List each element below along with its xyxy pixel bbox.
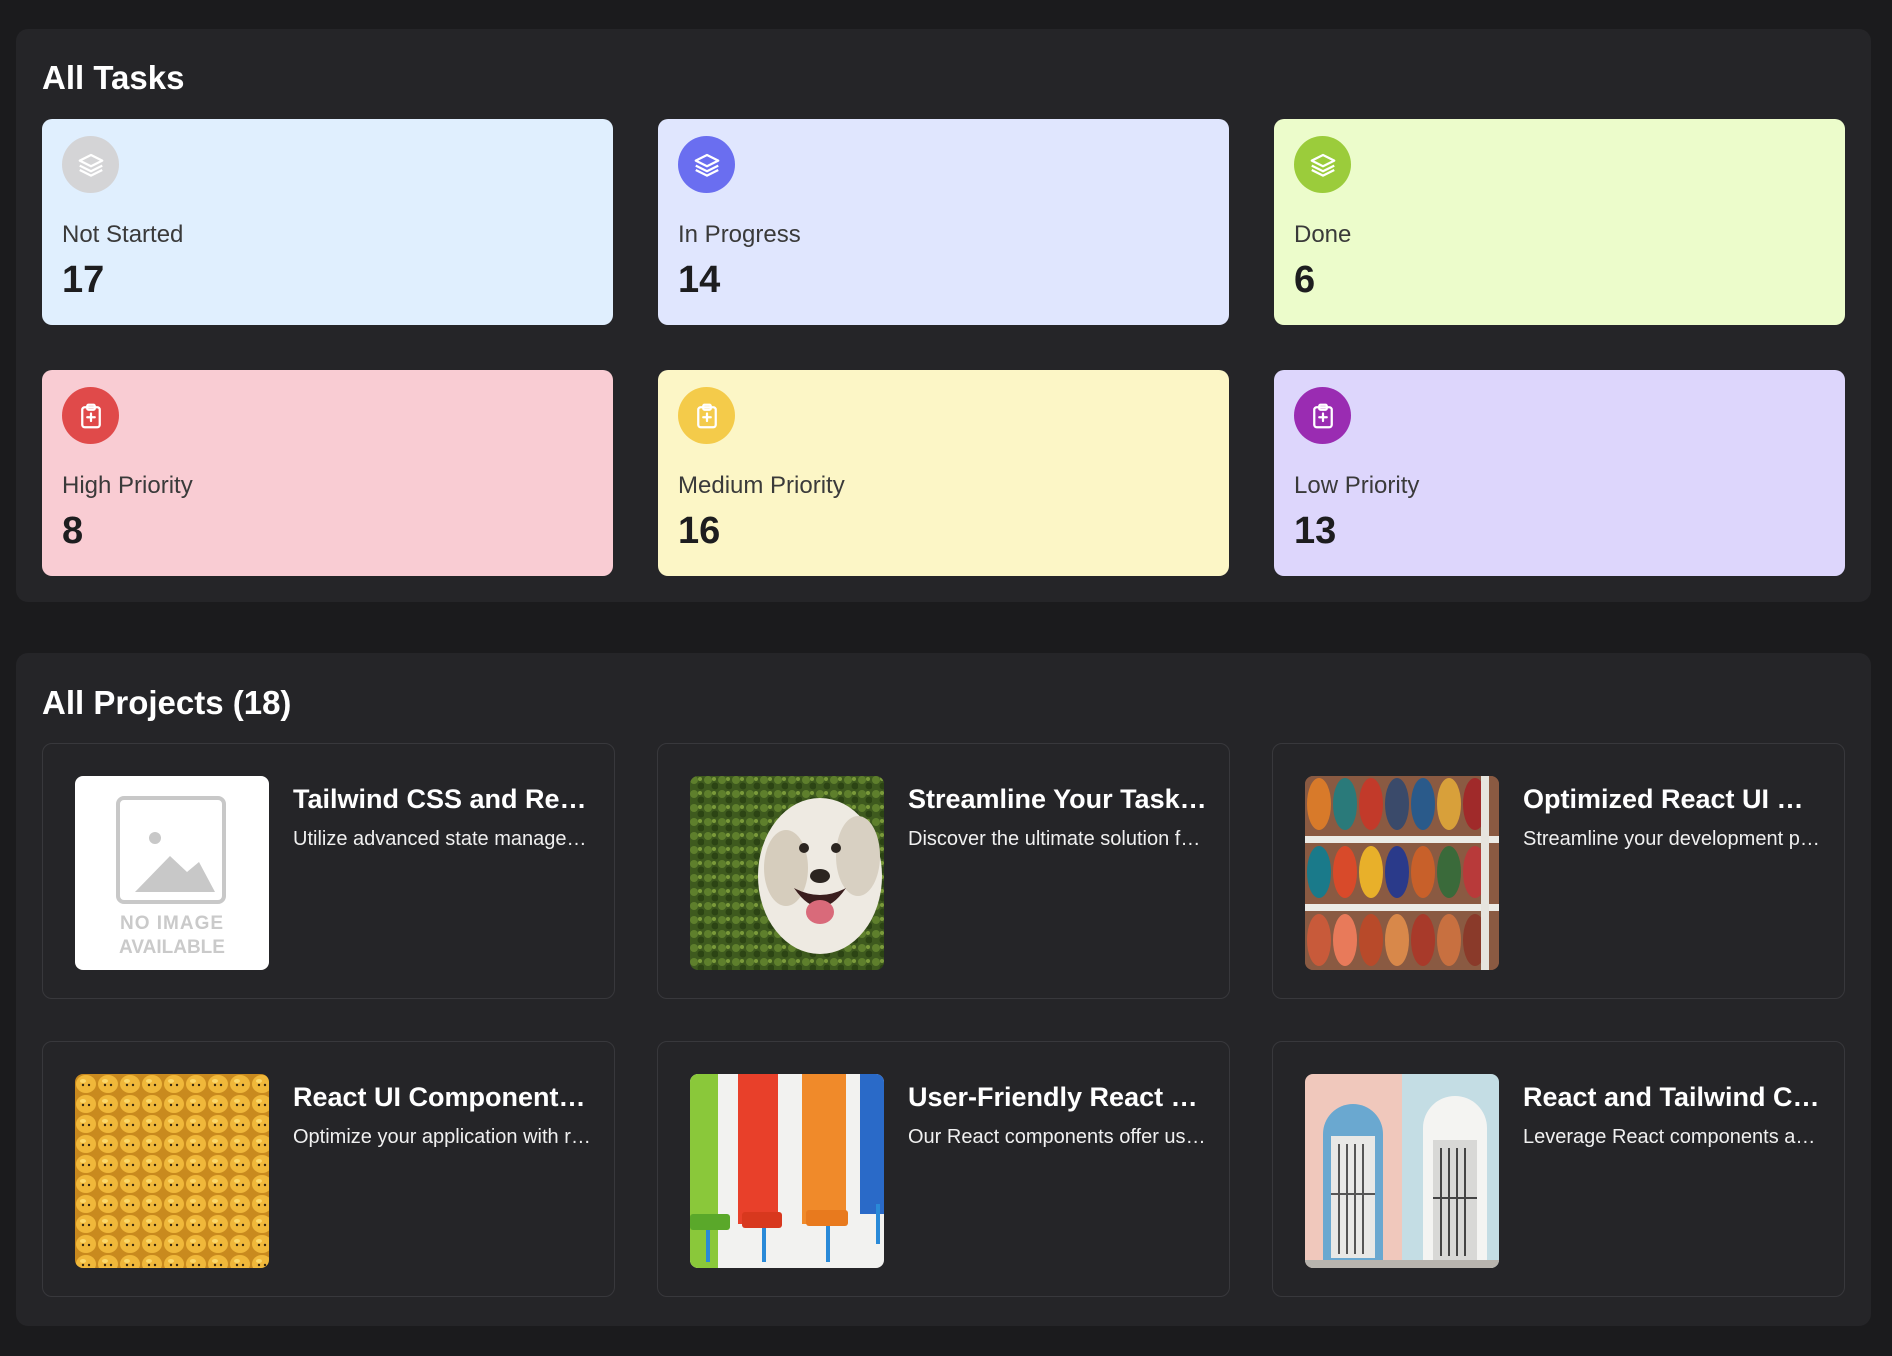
- stat-card-in-progress[interactable]: In Progress 14: [658, 119, 1229, 325]
- stat-label: In Progress: [678, 221, 801, 248]
- stat-value: 17: [62, 259, 105, 301]
- project-title: Tailwind CSS and React UI Components: [293, 784, 593, 814]
- doors-photo: [1305, 1074, 1499, 1268]
- project-description: Optimize your application with ready-mad…: [293, 1126, 593, 1148]
- all-tasks-panel: All Tasks Not Started 17 In Progress 14 …: [16, 29, 1871, 602]
- stat-card-medium-priority[interactable]: Medium Priority 16: [658, 370, 1229, 576]
- svg-text:NO IMAGE: NO IMAGE: [120, 913, 224, 934]
- shoes-photo: [1305, 776, 1499, 970]
- stat-label: Done: [1294, 221, 1352, 248]
- stat-card-done[interactable]: Done 6: [1274, 119, 1845, 325]
- project-thumbnail: [690, 776, 884, 970]
- project-title: User-Friendly React Components: [908, 1082, 1208, 1112]
- stat-card-not-started[interactable]: Not Started 17: [42, 119, 613, 325]
- all-projects-title: All Projects (18): [42, 684, 292, 721]
- stat-value: 14: [678, 259, 721, 301]
- lego-heads-photo: [75, 1074, 269, 1268]
- stat-value: 6: [1294, 259, 1316, 301]
- project-card[interactable]: React UI Components Library Optimize you…: [42, 1041, 615, 1297]
- paint-rollers-photo: [690, 1074, 884, 1268]
- layers-icon: [678, 136, 735, 193]
- layers-icon: [1294, 136, 1351, 193]
- project-description: Utilize advanced state management techni…: [293, 828, 593, 850]
- project-title: React and Tailwind CSS Kit: [1523, 1082, 1823, 1112]
- layers-icon: [62, 136, 119, 193]
- stat-label: High Priority: [62, 472, 193, 499]
- clipboard-plus-icon: [1294, 387, 1351, 444]
- clipboard-plus-icon: [678, 387, 735, 444]
- stat-label: Medium Priority: [678, 472, 845, 499]
- image-placeholder-icon: NO IMAGE AVAILABLE: [75, 776, 269, 970]
- stat-card-high-priority[interactable]: High Priority 8: [42, 370, 613, 576]
- stat-label: Not Started: [62, 221, 184, 248]
- project-description: Discover the ultimate solution for your …: [908, 828, 1208, 850]
- project-description: Streamline your development process with…: [1523, 828, 1823, 850]
- all-projects-panel: All Projects (18) NO IMAGE AVAILABLE Tai…: [16, 653, 1871, 1326]
- all-tasks-title: All Tasks: [42, 59, 185, 96]
- project-card[interactable]: Streamline Your Tasks with React Discove…: [657, 743, 1230, 999]
- stat-label: Low Priority: [1294, 472, 1420, 499]
- project-thumbnail: [1305, 776, 1499, 970]
- stat-value: 16: [678, 510, 721, 552]
- project-title: React UI Components Library: [293, 1082, 593, 1112]
- project-thumbnail: [690, 1074, 884, 1268]
- project-card[interactable]: Optimized React UI Components Streamline…: [1272, 743, 1845, 999]
- project-title: Streamline Your Tasks with React: [908, 784, 1208, 814]
- stat-value: 8: [62, 510, 84, 552]
- project-title: Optimized React UI Components: [1523, 784, 1823, 814]
- svg-text:AVAILABLE: AVAILABLE: [119, 937, 225, 958]
- stat-value: 13: [1294, 510, 1337, 552]
- project-card[interactable]: User-Friendly React Components Our React…: [657, 1041, 1230, 1297]
- clipboard-plus-icon: [62, 387, 119, 444]
- stat-card-low-priority[interactable]: Low Priority 13: [1274, 370, 1845, 576]
- dog-photo: [690, 776, 884, 970]
- project-card[interactable]: React and Tailwind CSS Kit Leverage Reac…: [1272, 1041, 1845, 1297]
- no-image-placeholder: NO IMAGE AVAILABLE: [75, 776, 269, 970]
- project-description: Leverage React components and Tailwind u…: [1523, 1126, 1823, 1148]
- project-card[interactable]: NO IMAGE AVAILABLE Tailwind CSS and Reac…: [42, 743, 615, 999]
- project-thumbnail: [1305, 1074, 1499, 1268]
- project-description: Our React components offer usability at …: [908, 1126, 1208, 1148]
- project-thumbnail: [75, 1074, 269, 1268]
